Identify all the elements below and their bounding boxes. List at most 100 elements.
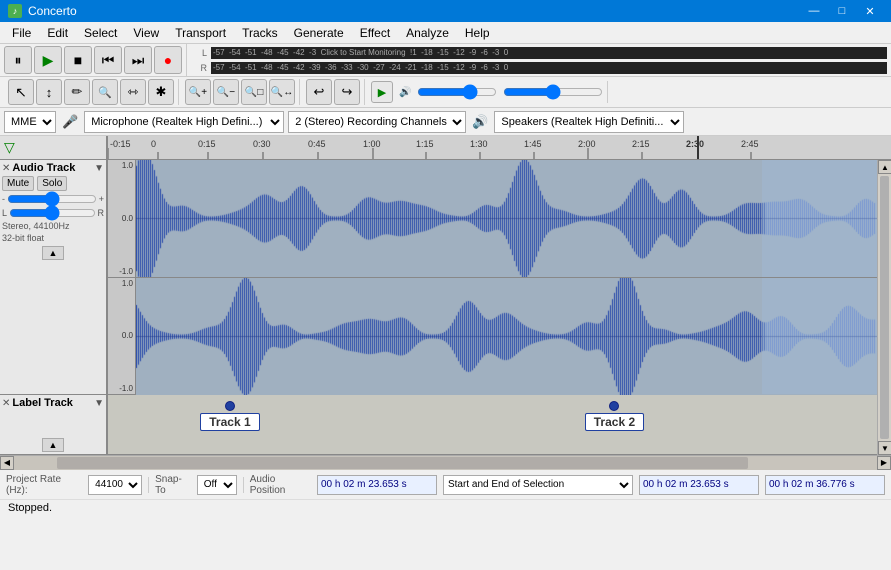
waveform-canvas-2[interactable] — [136, 278, 877, 395]
scroll-right-button[interactable]: ▶ — [877, 456, 891, 470]
label-track-arrow[interactable]: ▼ — [94, 398, 104, 409]
playback-volume-slider[interactable] — [417, 85, 497, 99]
track-info: Stereo, 44100Hz32-bit float — [2, 221, 104, 244]
track2-pin[interactable] — [609, 401, 619, 411]
toolbar-row1: ⏸ ▶ ■ ⏮ ⏭ ● L -57 -54 -51 -48 -45 -42 -3… — [0, 44, 891, 77]
track2-label-text[interactable]: Track 2 — [585, 413, 644, 431]
svg-text:2:00: 2:00 — [578, 139, 596, 149]
audio-pos-input-2[interactable] — [639, 475, 759, 495]
gain-slider[interactable] — [7, 193, 97, 205]
time-shift-tool[interactable]: ⇿ — [120, 79, 146, 105]
forward-button[interactable]: ⏭ — [124, 46, 152, 74]
audio-track-header: ✕ Audio Track ▼ Mute Solo - + L R — [0, 160, 108, 394]
audio-pos-input-1[interactable] — [317, 475, 437, 495]
main-area: ✕ Audio Track ▼ Mute Solo - + L R — [0, 160, 891, 455]
zoom-fit-button[interactable]: 🔍↔ — [269, 79, 295, 105]
channels-select[interactable]: 2 (Stereo) Recording Channels — [288, 111, 466, 133]
scroll-down-button[interactable]: ▼ — [878, 441, 891, 455]
snap-to-select[interactable]: Off — [197, 475, 237, 495]
scale-1-bot: -1.0 — [119, 267, 133, 276]
h-scroll-thumb[interactable] — [57, 457, 747, 469]
scroll-left-button[interactable]: ◀ — [0, 456, 14, 470]
menu-help[interactable]: Help — [457, 24, 498, 42]
menu-tracks[interactable]: Tracks — [234, 24, 286, 42]
vu-meter-1: L -57 -54 -51 -48 -45 -42 -3 Click to St… — [191, 46, 887, 60]
device-bar: MME 🎤 Microphone (Realtek High Defini...… — [0, 108, 891, 136]
zoom-out-button[interactable]: 🔍− — [213, 79, 239, 105]
scroll-thumb[interactable] — [880, 176, 889, 439]
redo-button[interactable]: ↪ — [334, 79, 360, 105]
vu-meter-2: R -57 -54 -51 -48 -45 -42 -39 -36 -33 -3… — [191, 61, 887, 75]
select-tool[interactable]: ↖ — [8, 79, 34, 105]
ruler-ticks-area: -0:15 0 0:15 0:30 0:45 1:00 1:15 1:30 1:… — [108, 136, 891, 159]
audio-pos-input-3[interactable] — [765, 475, 885, 495]
menu-file[interactable]: File — [4, 24, 39, 42]
maximize-button[interactable]: □ — [829, 2, 855, 20]
timeline-row: ▽ -0:15 0 0:15 0:30 0:45 1:00 1:15 1:30 … — [0, 136, 891, 160]
track1-label-text[interactable]: Track 1 — [200, 413, 259, 431]
expand-row: ▲ — [2, 246, 104, 260]
scale-2: 1.0 0.0 -1.0 — [108, 278, 136, 395]
vu-scale-2[interactable]: -57 -54 -51 -48 -45 -42 -39 -36 -33 -30 … — [211, 62, 887, 74]
menu-edit[interactable]: Edit — [39, 24, 76, 42]
microphone-icon: 🎤 — [62, 114, 78, 130]
stop-button[interactable]: ■ — [64, 46, 92, 74]
record-button[interactable]: ● — [154, 46, 182, 74]
menu-select[interactable]: Select — [76, 24, 125, 42]
track-pointer[interactable]: ▽ — [4, 139, 15, 156]
undo-button[interactable]: ↩ — [306, 79, 332, 105]
svg-text:1:45: 1:45 — [524, 139, 542, 149]
menu-effect[interactable]: Effect — [352, 24, 398, 42]
draw-tool[interactable]: ✏ — [64, 79, 90, 105]
svg-text:0: 0 — [151, 139, 156, 149]
menu-generate[interactable]: Generate — [286, 24, 352, 42]
pause-button[interactable]: ⏸ — [4, 46, 32, 74]
rewind-button[interactable]: ⏮ — [94, 46, 122, 74]
channel-2: 1.0 0.0 -1.0 — [108, 278, 877, 395]
stopped-status: Stopped. — [0, 499, 891, 516]
solo-button[interactable]: Solo — [37, 176, 67, 191]
multi-tool[interactable]: ✱ — [148, 79, 174, 105]
minimize-button[interactable]: — — [801, 2, 827, 20]
audio-track-close[interactable]: ✕ — [2, 163, 10, 174]
toolbar-row2: ↖ ↕ ✏ 🔍 ⇿ ✱ 🔍+ 🔍− 🔍□ 🔍↔ ↩ ↪ ▶ 🔊 — [0, 77, 891, 108]
menu-transport[interactable]: Transport — [167, 24, 234, 42]
zoom-in-button[interactable]: 🔍+ — [185, 79, 211, 105]
track1-pin[interactable] — [225, 401, 235, 411]
mute-button[interactable]: Mute — [2, 176, 34, 191]
sep1 — [148, 477, 149, 493]
label-track1: Track 1 — [200, 401, 259, 431]
volume-label: 🔊 — [399, 87, 411, 98]
label-expand-button[interactable]: ▲ — [42, 438, 65, 452]
speakers-select[interactable]: Speakers (Realtek High Definiti... — [494, 111, 684, 133]
pan-row: L R — [2, 207, 104, 219]
audio-system-select[interactable]: MME — [4, 111, 56, 133]
pan-slider[interactable] — [9, 207, 95, 219]
selection-mode-select[interactable]: Start and End of Selection — [443, 475, 633, 495]
vu-meter-area: L -57 -54 -51 -48 -45 -42 -3 Click to St… — [187, 44, 891, 76]
pan-r-label: R — [98, 208, 105, 218]
menu-view[interactable]: View — [125, 24, 167, 42]
playback-play-button[interactable]: ▶ — [371, 81, 393, 103]
expand-button[interactable]: ▲ — [42, 246, 65, 260]
vertical-scrollbar: ▲ ▼ — [877, 160, 891, 455]
vu-label-r: R — [191, 63, 207, 73]
microphone-select[interactable]: Microphone (Realtek High Defini...) — [84, 111, 284, 133]
play-button[interactable]: ▶ — [34, 46, 62, 74]
audio-track: ✕ Audio Track ▼ Mute Solo - + L R — [0, 160, 877, 395]
audio-track-arrow[interactable]: ▼ — [94, 163, 104, 174]
envelope-tool[interactable]: ↕ — [36, 79, 62, 105]
vu-scale-1[interactable]: -57 -54 -51 -48 -45 -42 -3 Click to Star… — [211, 47, 887, 59]
playback-speed-slider[interactable] — [503, 85, 603, 99]
zoom-tool[interactable]: 🔍 — [92, 79, 118, 105]
title-bar-left: ♪ Concerto — [8, 4, 77, 18]
vu-scale-1-text: -57 -54 -51 -48 -45 -42 -3 Click to Star… — [211, 47, 887, 59]
label-track-close[interactable]: ✕ — [2, 398, 10, 409]
close-button[interactable]: ✕ — [857, 2, 883, 20]
project-rate-select[interactable]: 44100 — [88, 475, 142, 495]
menu-analyze[interactable]: Analyze — [398, 24, 457, 42]
zoom-sel-button[interactable]: 🔍□ — [241, 79, 267, 105]
scroll-up-button[interactable]: ▲ — [878, 160, 891, 174]
audio-pos-label: Audio Position — [250, 474, 311, 496]
waveform-canvas-1[interactable] — [136, 160, 877, 277]
